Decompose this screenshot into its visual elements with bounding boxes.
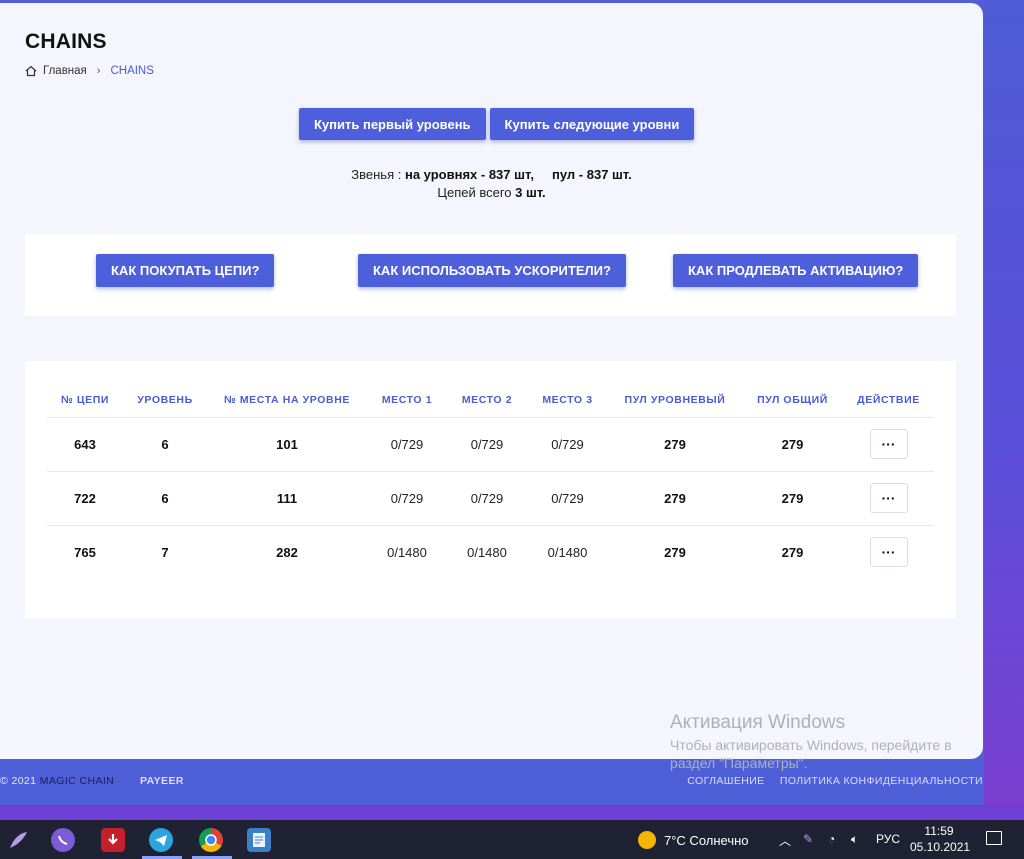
table-header-row: № ЦЕПИ УРОВЕНЬ № МЕСТА НА УРОВНЕ МЕСТО 1… (47, 383, 934, 418)
col-place-1: МЕСТО 1 (367, 383, 447, 418)
how-extend-activation-button[interactable]: КАК ПРОДЛЕВАТЬ АКТИВАЦИЮ? (673, 254, 919, 287)
weather-text: 7°C Солнечно (664, 832, 749, 848)
viber-icon[interactable] (51, 828, 75, 852)
cell-chain: 722 (47, 471, 123, 526)
clock[interactable]: 11:59 05.10.2021 (910, 823, 971, 855)
links-levels-value: на уровнях - 837 шт, (404, 167, 534, 182)
cell-place-2: 0/729 (447, 417, 527, 472)
copyright-text: © 2021 (0, 775, 37, 787)
col-pool-level: ПУЛ УРОВНЕВЫЙ (608, 383, 742, 418)
watermark-line-1: Чтобы активировать Windows, перейдите в (670, 737, 952, 753)
cell-pool-level: 279 (664, 544, 686, 560)
col-place-3: МЕСТО 3 (527, 383, 608, 418)
cell-pool-total: 279 (742, 471, 843, 526)
chrome-icon[interactable] (199, 828, 223, 852)
watermark-line-2: раздел "Параметры". (670, 755, 808, 771)
desktop-background-strip (0, 805, 1024, 820)
links-pool-value: пул - 837 шт. (552, 167, 632, 182)
home-icon[interactable] (25, 65, 37, 77)
notifications-icon[interactable] (986, 831, 1002, 845)
row-actions-button[interactable]: ··· (869, 483, 908, 513)
cell-place-1: 0/729 (367, 471, 447, 526)
cell-place-2: 0/1480 (467, 544, 507, 560)
breadcrumb: Главная › CHAINS (25, 65, 154, 77)
cell-place-1: 0/1480 (387, 544, 427, 560)
download-manager-icon[interactable] (101, 828, 125, 852)
footer-copyright: © 2021 MAGIC CHAIN (0, 775, 114, 787)
cell-chain: 765 (74, 544, 96, 560)
table-row: 765 7 282 0/1480 0/1480 0/1480 279 279 ·… (47, 525, 934, 579)
col-place-2: МЕСТО 2 (447, 383, 527, 418)
buy-buttons: Купить первый уровень Купить следующие у… (299, 108, 695, 140)
footer: © 2021 MAGIC CHAIN PAYEER СОГЛАШЕНИЕ ПОЛ… (0, 775, 983, 791)
privacy-policy-link[interactable]: ПОЛИТИКА КОНФИДЕНЦИАЛЬНОСТИ (780, 775, 983, 787)
feather-app-icon[interactable] (6, 828, 30, 852)
page-title: CHAINS (25, 30, 107, 53)
col-action: ДЕЙСТВИЕ (843, 383, 934, 418)
cell-place-2: 0/729 (447, 471, 527, 526)
cell-place-3: 0/729 (527, 471, 608, 526)
cell-level: 7 (161, 544, 169, 560)
cell-chain: 643 (47, 417, 123, 472)
windows-taskbar: 7°C Солнечно ︿ ✎ ◔ 🔈︎ РУС 11:59 05.10.20… (0, 820, 1024, 859)
feather-tray-icon[interactable]: ✎ (803, 832, 813, 846)
col-chain-number: № ЦЕПИ (47, 383, 123, 418)
links-label: Звенья : (351, 167, 402, 182)
row-actions-button[interactable]: ··· (869, 429, 908, 459)
cell-place-1: 0/729 (367, 417, 447, 472)
links-line: Звенья : на уровнях - 837 шт, пул - 837 … (0, 166, 983, 184)
cell-action: ··· (843, 525, 934, 579)
cell-place-3: 0/1480 (547, 544, 588, 560)
clock-date: 05.10.2021 (910, 840, 971, 854)
sun-icon (638, 831, 656, 849)
cell-place-3: 0/729 (527, 417, 608, 472)
col-level: УРОВЕНЬ (123, 383, 207, 418)
language-indicator[interactable]: РУС (876, 832, 900, 846)
table-row: 643 6 101 0/729 0/729 0/729 279 279 ··· (47, 417, 934, 472)
chains-table: № ЦЕПИ УРОВЕНЬ № МЕСТА НА УРОВНЕ МЕСТО 1… (47, 383, 934, 579)
cell-pool-level: 279 (608, 417, 742, 472)
buy-first-level-button[interactable]: Купить первый уровень (299, 108, 486, 140)
agreement-link[interactable]: СОГЛАШЕНИЕ (687, 775, 764, 787)
stats-summary: Звенья : на уровнях - 837 шт, пул - 837 … (0, 166, 983, 202)
help-panel: КАК ПОКУПАТЬ ЦЕПИ? КАК ИСПОЛЬЗОВАТЬ УСКО… (25, 234, 956, 316)
chains-line: Цепей всего 3 шт. (0, 184, 983, 202)
cell-level: 6 (123, 471, 207, 526)
breadcrumb-current: CHAINS (110, 65, 154, 77)
how-use-boosters-button[interactable]: КАК ИСПОЛЬЗОВАТЬ УСКОРИТЕЛИ? (358, 254, 626, 287)
cell-pool-total: 279 (742, 417, 843, 472)
background-edge (984, 0, 1024, 805)
cell-place: 282 (276, 544, 298, 560)
cell-action: ··· (843, 417, 934, 472)
weather-widget[interactable]: 7°C Солнечно (638, 831, 749, 849)
network-icon[interactable]: ◔ (828, 832, 835, 846)
col-place-on-level: № МЕСТА НА УРОВНЕ (207, 383, 367, 418)
cell-place: 111 (207, 471, 367, 526)
volume-icon[interactable]: 🔈︎ (851, 832, 858, 847)
cell-action: ··· (843, 471, 934, 526)
notepad-icon[interactable] (247, 828, 271, 852)
col-pool-total: ПУЛ ОБЩИЙ (742, 383, 843, 418)
footer-links: СОГЛАШЕНИЕ ПОЛИТИКА КОНФИДЕНЦИАЛЬНОСТИ (675, 775, 983, 787)
table-row: 722 6 111 0/729 0/729 0/729 279 279 ··· (47, 471, 934, 526)
cell-level: 6 (123, 417, 207, 472)
row-actions-button[interactable]: ··· (869, 537, 908, 568)
chains-label: Цепей всего (437, 185, 512, 200)
chevron-up-icon[interactable]: ︿ (779, 832, 791, 849)
windows-activation-watermark: Активация Windows Чтобы активировать Win… (670, 711, 952, 772)
breadcrumb-home-link[interactable]: Главная (43, 65, 87, 77)
cell-pool-total: 279 (781, 544, 804, 560)
how-buy-chains-button[interactable]: КАК ПОКУПАТЬ ЦЕПИ? (96, 254, 275, 287)
watermark-title: Активация Windows (670, 712, 846, 733)
clock-time: 11:59 (924, 824, 954, 838)
payeer-link[interactable]: PAYEER (140, 775, 184, 787)
telegram-icon[interactable] (149, 828, 173, 852)
chains-table-panel: № ЦЕПИ УРОВЕНЬ № МЕСТА НА УРОВНЕ МЕСТО 1… (25, 361, 956, 618)
chains-total-value: 3 шт. (515, 185, 546, 200)
chevron-right-icon: › (96, 65, 101, 77)
brand-link[interactable]: MAGIC CHAIN (40, 775, 114, 787)
cell-pool-level: 279 (608, 471, 742, 526)
buy-next-levels-button[interactable]: Купить следующие уровни (489, 108, 695, 140)
cell-place: 101 (207, 417, 367, 472)
